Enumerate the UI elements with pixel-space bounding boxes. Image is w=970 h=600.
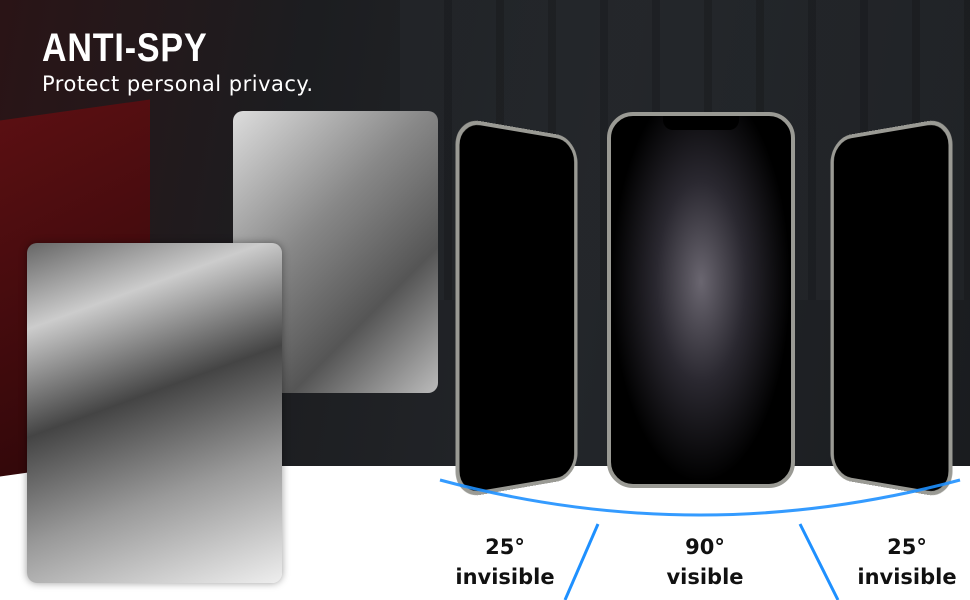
angle-label-center: 90° visible <box>645 532 765 592</box>
angle-divider-left <box>563 523 600 600</box>
angle-value: 25° <box>887 535 927 559</box>
angle-value: 25° <box>485 535 525 559</box>
angle-divider-right <box>798 523 840 600</box>
angle-state: visible <box>666 565 744 589</box>
angle-state: invisible <box>857 565 957 589</box>
page-subtitle: Protect personal privacy. <box>42 72 314 96</box>
angle-label-right: 25° invisible <box>847 532 967 592</box>
angle-value: 90° <box>685 535 725 559</box>
phone-center-visible <box>607 112 795 488</box>
angle-label-left: 25° invisible <box>445 532 565 592</box>
page-title: ANTI-SPY <box>42 26 208 70</box>
angle-state: invisible <box>455 565 555 589</box>
